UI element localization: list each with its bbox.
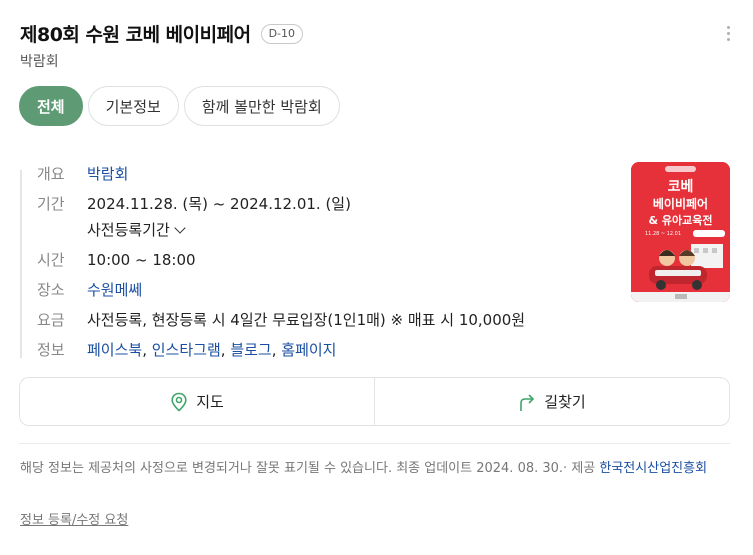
event-poster-image[interactable]: 코베 베이비페어 & 유아교육전 11.28 ~ 12.01 xyxy=(631,162,730,302)
facebook-link[interactable]: 페이스북 xyxy=(87,341,142,359)
dday-badge: D-10 xyxy=(260,23,304,44)
update-notice: 해당 정보는 제공처의 사정으로 변경되거나 잘못 표기될 수 있습니다. 최종… xyxy=(20,457,720,481)
section-divider xyxy=(19,443,730,444)
directions-button-label: 길찾기 xyxy=(544,393,586,411)
place-label: 장소 xyxy=(37,281,65,299)
tab-all[interactable]: 전체 xyxy=(19,86,83,126)
report-correction-link[interactable]: 정보 등록/수정 요청 xyxy=(20,509,128,528)
category-label: 박람회 xyxy=(20,54,59,70)
overview-value-link[interactable]: 박람회 xyxy=(87,163,128,185)
poster-line1: 코베 xyxy=(668,179,694,195)
preregistration-label: 사전등록기간 xyxy=(87,221,170,239)
overview-label: 개요 xyxy=(37,165,65,183)
map-button-label: 지도 xyxy=(196,393,224,411)
map-pin-icon xyxy=(171,392,187,412)
fee-label: 요금 xyxy=(37,311,65,329)
info-divider-line xyxy=(20,170,22,358)
event-card: 제80회 수원 코베 베이비페어 D-10 박람회 전체 기본정보 함께 볼만한… xyxy=(0,0,753,555)
directions-arrow-icon xyxy=(520,393,535,411)
info-list: 개요 박람회 기간 2024.11.28. (목) ~ 2024.12.01. … xyxy=(37,163,617,369)
preregistration-toggle[interactable]: 사전등록기간 xyxy=(87,219,351,241)
time-label: 시간 xyxy=(37,251,65,269)
poster-line2: 베이비페어 xyxy=(653,196,708,211)
info-row-place: 장소 수원메쎄 xyxy=(37,279,617,301)
directions-button[interactable]: 길찾기 xyxy=(374,378,729,425)
title-row: 제80회 수원 코베 베이비페어 D-10 xyxy=(20,20,304,47)
chevron-down-icon xyxy=(174,222,186,234)
notice-text: 해당 정보는 제공처의 사정으로 변경되거나 잘못 표기될 수 있습니다. 최종… xyxy=(20,461,596,476)
more-options-icon[interactable] xyxy=(727,26,731,44)
instagram-link[interactable]: 인스타그램 xyxy=(152,341,221,359)
map-button[interactable]: 지도 xyxy=(20,378,374,425)
tab-related-fairs[interactable]: 함께 볼만한 박람회 xyxy=(183,86,340,126)
period-value: 2024.11.28. (목) ~ 2024.12.01. (일) xyxy=(87,195,351,213)
poster-dates: 11.28 ~ 12.01 xyxy=(645,231,681,237)
blog-link[interactable]: 블로그 xyxy=(230,341,271,359)
tab-bar: 전체 기본정보 함께 볼만한 박람회 xyxy=(19,86,345,126)
period-label: 기간 xyxy=(37,195,65,213)
info-row-period: 기간 2024.11.28. (목) ~ 2024.12.01. (일) 사전등… xyxy=(37,193,617,241)
provider-link[interactable]: 한국전시산업진흥회 xyxy=(599,461,707,476)
poster-artwork: 코베 베이비페어 & 유아교육전 11.28 ~ 12.01 xyxy=(631,162,730,302)
fee-value: 사전등록, 현장등록 시 4일간 무료입장(1인1매) ※ 매표 시 10,00… xyxy=(87,311,526,329)
info-row-overview: 개요 박람회 xyxy=(37,163,617,185)
poster-line3: & 유아교육전 xyxy=(648,213,712,227)
time-value: 10:00 ~ 18:00 xyxy=(87,251,196,269)
page-title[interactable]: 제80회 수원 코베 베이비페어 xyxy=(20,20,251,47)
info-row-fee: 요금 사전등록, 현장등록 시 4일간 무료입장(1인1매) ※ 매표 시 10… xyxy=(37,309,617,331)
links-label: 정보 xyxy=(37,341,65,359)
action-bar: 지도 길찾기 xyxy=(19,377,730,426)
info-row-time: 시간 10:00 ~ 18:00 xyxy=(37,249,617,271)
info-row-links: 정보 페이스북, 인스타그램, 블로그, 홈페이지 xyxy=(37,341,337,359)
place-link[interactable]: 수원메쎄 xyxy=(87,279,142,301)
tab-basic-info[interactable]: 기본정보 xyxy=(87,86,179,126)
homepage-link[interactable]: 홈페이지 xyxy=(281,341,336,359)
